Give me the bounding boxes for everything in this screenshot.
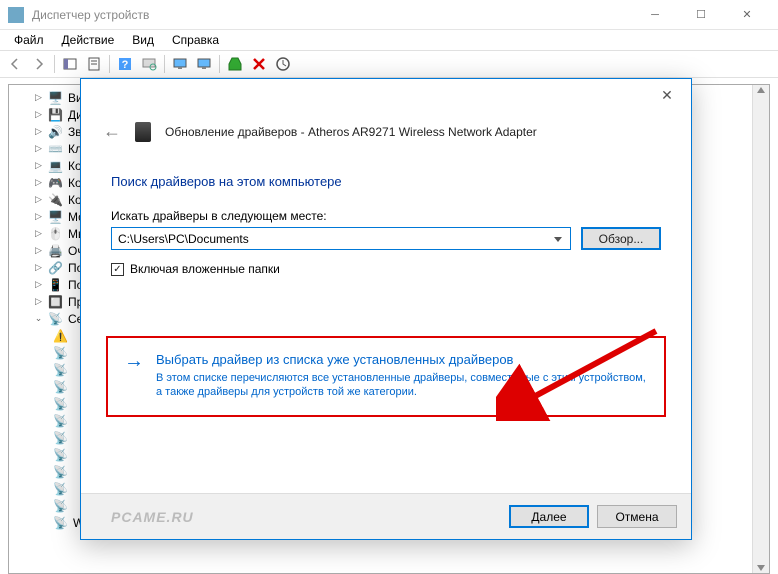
next-button[interactable]: Далее [509, 505, 589, 528]
path-value: C:\Users\PC\Documents [118, 232, 249, 246]
adapter-icon: 📡 [53, 346, 69, 360]
dialog-footer: PCAME.RU Далее Отмена [81, 493, 691, 539]
show-panel-button[interactable] [59, 53, 81, 75]
window-title: Диспетчер устройств [32, 8, 632, 22]
expander-icon[interactable]: ▷ [33, 194, 44, 205]
adapter-warn-icon: ⚠️ [53, 329, 69, 343]
adapter-icon: 📡 [53, 431, 69, 445]
search-location-label: Искать драйверы в следующем месте: [111, 209, 661, 223]
expander-icon[interactable]: ▷ [33, 262, 44, 273]
expander-icon[interactable]: ▷ [33, 228, 44, 239]
adapter-icon: 📡 [53, 380, 69, 394]
path-row: C:\Users\PC\Documents Обзор... [111, 227, 661, 250]
scan-button[interactable] [138, 53, 160, 75]
app-icon [8, 7, 24, 23]
dialog-heading: Поиск драйверов на этом компьютере [81, 156, 691, 195]
adapter-icon: 📡 [53, 516, 69, 530]
properties-button[interactable] [83, 53, 105, 75]
remove-button[interactable] [248, 53, 270, 75]
adapter-icon: 📡 [53, 397, 69, 411]
help-button[interactable]: ? [114, 53, 136, 75]
expander-icon[interactable]: ▷ [33, 160, 44, 171]
expander-icon[interactable]: ▷ [33, 279, 44, 290]
disk-icon: 💾 [48, 108, 64, 122]
svg-text:?: ? [122, 59, 129, 71]
expander-icon[interactable]: ▷ [33, 109, 44, 120]
menu-file[interactable]: Файл [6, 31, 52, 49]
adapter-icon: 📡 [53, 414, 69, 428]
separator [109, 55, 110, 73]
dialog-title: Обновление драйверов - Atheros AR9271 Wi… [165, 125, 537, 139]
mouse-icon: 🖱️ [48, 227, 64, 241]
port-icon: 🔗 [48, 261, 64, 275]
adapter-icon: 📡 [53, 499, 69, 513]
sound-icon: 🔊 [48, 125, 64, 139]
include-subfolders-label: Включая вложенные папки [130, 262, 280, 276]
portable-icon: 📱 [48, 278, 64, 292]
computer-icon: 💻 [48, 159, 64, 173]
minimize-button[interactable]: ─ [632, 0, 678, 30]
adapter-icon: 📡 [53, 363, 69, 377]
expander-icon[interactable]: ▷ [33, 92, 44, 103]
scrollbar[interactable] [752, 85, 769, 573]
cancel-button[interactable]: Отмена [597, 505, 677, 528]
watermark: PCAME.RU [111, 509, 194, 525]
monitor-icon: 🖥️ [48, 210, 64, 224]
add-device-button[interactable] [224, 53, 246, 75]
path-combobox[interactable]: C:\Users\PC\Documents [111, 227, 571, 250]
dialog-header: ← Обновление драйверов - Atheros AR9271 … [81, 79, 691, 156]
menu-action[interactable]: Действие [54, 31, 123, 49]
include-subfolders-row[interactable]: ✓ Включая вложенные папки [111, 262, 661, 276]
back-icon[interactable]: ← [103, 121, 121, 142]
titlebar: Диспетчер устройств ─ ☐ ✕ [0, 0, 778, 30]
separator [54, 55, 55, 73]
expander-icon[interactable]: ▷ [33, 143, 44, 154]
printer-icon: 🖨️ [48, 244, 64, 258]
expander-icon[interactable]: ▷ [33, 126, 44, 137]
refresh-button[interactable] [272, 53, 294, 75]
monitor2-button[interactable] [193, 53, 215, 75]
usb-icon: 🔌 [48, 193, 64, 207]
dialog-body: Искать драйверы в следующем месте: C:\Us… [81, 195, 691, 276]
driver-update-dialog: ✕ ← Обновление драйверов - Atheros AR927… [80, 78, 692, 540]
expander-icon[interactable]: ▷ [33, 211, 44, 222]
arrow-right-icon: → [124, 350, 144, 399]
toolbar: ? [0, 50, 778, 78]
menubar: Файл Действие Вид Справка [0, 30, 778, 50]
keyboard-icon: ⌨️ [48, 142, 64, 156]
back-button[interactable] [4, 53, 26, 75]
forward-button[interactable] [28, 53, 50, 75]
browse-button[interactable]: Обзор... [581, 227, 661, 250]
annotation-arrow [496, 321, 676, 426]
menu-view[interactable]: Вид [124, 31, 162, 49]
adapter-icon: 📡 [53, 482, 69, 496]
processor-icon: 🔲 [48, 295, 64, 309]
expander-icon[interactable]: ▷ [33, 245, 44, 256]
maximize-button[interactable]: ☐ [678, 0, 724, 30]
device-icon [135, 122, 151, 142]
video-icon: 🖥️ [48, 91, 64, 105]
network-icon: 📡 [48, 312, 64, 326]
separator [164, 55, 165, 73]
checkbox-icon[interactable]: ✓ [111, 263, 124, 276]
expander-icon[interactable]: ▷ [33, 296, 44, 307]
controller-icon: 🎮 [48, 176, 64, 190]
expander-icon[interactable]: ⌄ [33, 313, 44, 324]
monitor1-button[interactable] [169, 53, 191, 75]
window-controls: ─ ☐ ✕ [632, 0, 770, 30]
expander-icon[interactable]: ▷ [33, 177, 44, 188]
adapter-icon: 📡 [53, 448, 69, 462]
adapter-icon: 📡 [53, 465, 69, 479]
separator [219, 55, 220, 73]
close-button[interactable]: ✕ [724, 0, 770, 30]
menu-help[interactable]: Справка [164, 31, 227, 49]
dialog-close-button[interactable]: ✕ [651, 83, 683, 107]
